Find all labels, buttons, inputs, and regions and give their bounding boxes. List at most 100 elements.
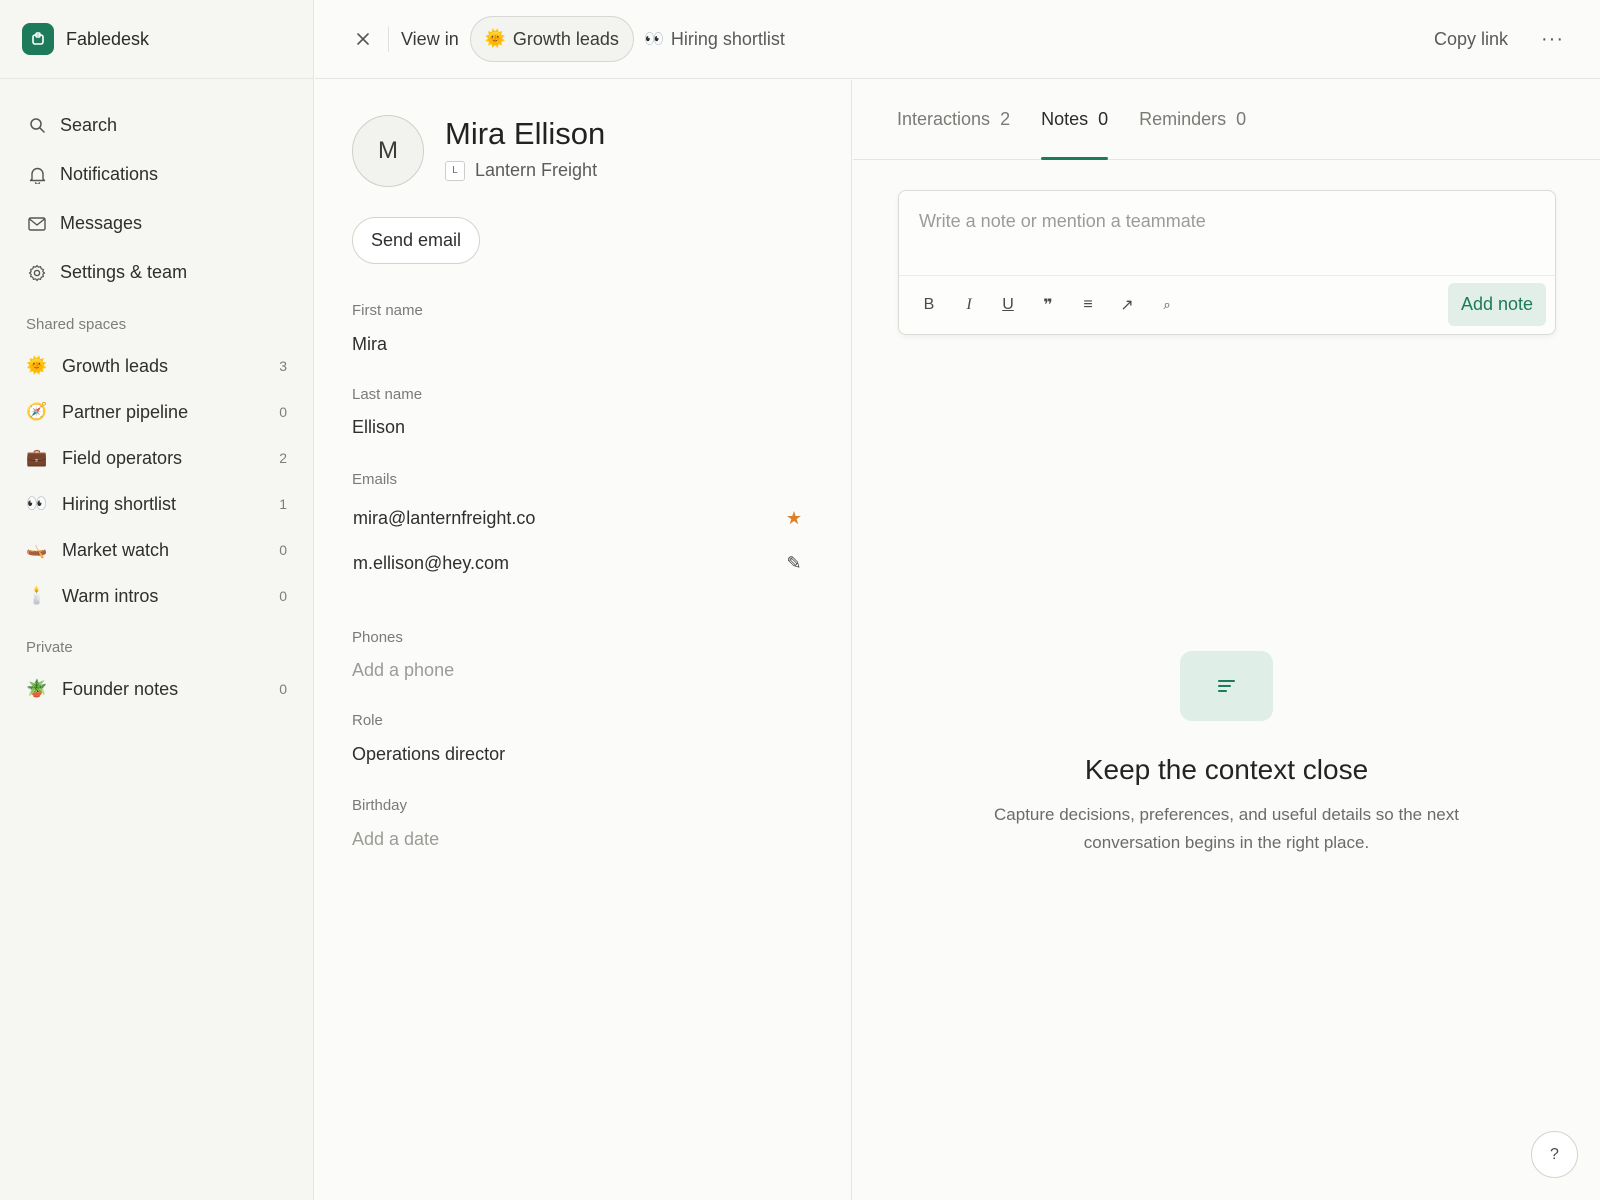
note-composer: B I U ❞ ≡ ↗ ⌕ Add note bbox=[898, 190, 1556, 335]
space-label: Hiring shortlist bbox=[62, 493, 177, 514]
email-value: m.ellison@hey.com bbox=[353, 553, 509, 573]
add-phone-field[interactable]: Add a phone bbox=[352, 660, 454, 681]
company-badge-icon: L bbox=[445, 160, 465, 181]
role-field[interactable]: Operations director bbox=[352, 744, 505, 765]
add-birthday-field[interactable]: Add a date bbox=[352, 829, 439, 850]
space-growth-leads[interactable]: 🌞 Growth leads 3 bbox=[0, 343, 313, 389]
italic-icon[interactable]: I bbox=[955, 291, 983, 319]
space-label: Market watch bbox=[62, 539, 170, 560]
tab-reminders[interactable]: Reminders 0 bbox=[1139, 80, 1246, 159]
view-link-hiring-shortlist[interactable]: 👀 Hiring shortlist bbox=[644, 29, 785, 50]
nav-label: Search bbox=[60, 115, 118, 135]
activity-tabs: Interactions 2 Notes 0 Reminders 0 bbox=[853, 80, 1600, 160]
bell-icon bbox=[27, 165, 47, 185]
compass-icon: 🧭 bbox=[26, 402, 48, 421]
first-name-label: First name bbox=[352, 302, 423, 319]
emails-label: Emails bbox=[352, 471, 398, 488]
star-icon[interactable]: ★ bbox=[784, 508, 804, 529]
workspace-switcher[interactable]: Fabledesk bbox=[0, 0, 313, 79]
tab-label: Notes bbox=[1041, 109, 1089, 129]
space-field-operators[interactable]: 💼 Field operators 2 bbox=[0, 435, 313, 481]
close-button[interactable] bbox=[352, 28, 374, 50]
divider bbox=[388, 26, 389, 52]
space-hiring-shortlist[interactable]: 👀 Hiring shortlist 1 bbox=[0, 481, 313, 527]
search-icon bbox=[27, 116, 47, 136]
person-name: Mira Ellison bbox=[445, 116, 606, 151]
shared-spaces-heading: Shared spaces bbox=[26, 316, 127, 333]
space-count: 0 bbox=[279, 588, 287, 604]
shared-spaces-list: 🌞 Growth leads 3 🧭 Partner pipeline 0 💼 … bbox=[0, 343, 313, 619]
note-input[interactable] bbox=[919, 211, 1519, 232]
add-note-button[interactable]: Add note bbox=[1447, 283, 1546, 326]
space-market-watch[interactable]: 🛶 Market watch 0 bbox=[0, 527, 313, 573]
view-pill-label: Growth leads bbox=[512, 28, 619, 49]
bold-icon[interactable]: B bbox=[915, 291, 943, 319]
space-count: 0 bbox=[279, 404, 287, 420]
more-options-icon[interactable]: ··· bbox=[1541, 28, 1564, 51]
space-founder-notes[interactable]: 🪴 Founder notes 0 bbox=[0, 666, 313, 712]
quote-icon[interactable]: ❞ bbox=[1034, 291, 1062, 319]
nav-label: Messages bbox=[60, 213, 143, 233]
view-link-label: Hiring shortlist bbox=[670, 28, 785, 49]
phones-label: Phones bbox=[352, 629, 403, 646]
space-count: 0 bbox=[279, 681, 287, 697]
space-count: 3 bbox=[279, 358, 287, 374]
notes-lines-icon bbox=[1180, 651, 1273, 721]
space-label: Founder notes bbox=[62, 678, 179, 699]
view-in-label: View in bbox=[401, 28, 459, 49]
space-count: 1 bbox=[279, 496, 287, 512]
space-label: Growth leads bbox=[62, 355, 169, 376]
empty-state-body: Capture decisions, preferences, and usef… bbox=[994, 805, 1459, 852]
activity-panel: Interactions 2 Notes 0 Reminders 0 B I U… bbox=[853, 80, 1600, 1200]
view-pill-growth-leads[interactable]: 🌞 Growth leads bbox=[469, 16, 634, 62]
avatar[interactable]: M bbox=[352, 115, 424, 187]
divider bbox=[899, 275, 1555, 276]
eyes-icon: 👀 bbox=[643, 31, 664, 48]
underline-icon[interactable]: U bbox=[994, 291, 1022, 319]
last-name-field[interactable]: Ellison bbox=[352, 417, 405, 438]
copy-link-button[interactable]: Copy link bbox=[1434, 29, 1508, 50]
tab-count: 0 bbox=[1098, 109, 1109, 129]
pencil-icon[interactable]: ✎ bbox=[784, 553, 804, 574]
sidebar: Fabledesk Search Notifications Messages … bbox=[0, 0, 314, 1200]
company-link[interactable]: L Lantern Freight bbox=[445, 160, 597, 181]
email-row[interactable]: mira@lanternfreight.co ★ bbox=[353, 508, 804, 529]
send-email-button[interactable]: Send email bbox=[352, 217, 481, 264]
app-logo-icon bbox=[22, 23, 54, 55]
tab-interactions[interactable]: Interactions 2 bbox=[897, 80, 1010, 159]
space-count: 2 bbox=[279, 450, 287, 466]
potted-plant-icon: 🪴 bbox=[26, 679, 48, 698]
eyes-icon: 👀 bbox=[26, 494, 48, 513]
space-partner-pipeline[interactable]: 🧭 Partner pipeline 0 bbox=[0, 389, 313, 435]
link-icon[interactable]: ↗ bbox=[1113, 291, 1141, 319]
tab-count: 2 bbox=[1000, 109, 1011, 129]
nav-search[interactable]: Search bbox=[0, 101, 313, 150]
nav-messages[interactable]: Messages bbox=[0, 199, 313, 248]
nav-notifications[interactable]: Notifications bbox=[0, 150, 313, 199]
tab-notes[interactable]: Notes 0 bbox=[1041, 80, 1109, 160]
company-name: Lantern Freight bbox=[475, 160, 598, 180]
empty-state-title: Keep the context close bbox=[1084, 754, 1369, 785]
space-warm-intros[interactable]: 🕯️ Warm intros 0 bbox=[0, 573, 313, 619]
first-name-field[interactable]: Mira bbox=[352, 334, 387, 355]
role-label: Role bbox=[352, 712, 383, 729]
mention-icon[interactable]: ⌕ bbox=[1153, 291, 1181, 319]
space-label: Field operators bbox=[62, 447, 183, 468]
list-icon[interactable]: ≡ bbox=[1074, 291, 1102, 319]
briefcase-icon: 💼 bbox=[26, 448, 48, 467]
nav-label: Notifications bbox=[60, 164, 159, 184]
last-name-label: Last name bbox=[352, 386, 423, 403]
candle-icon: 🕯️ bbox=[26, 586, 48, 605]
record-topbar: View in 🌞 Growth leads 👀 Hiring shortlis… bbox=[315, 0, 1600, 79]
help-button[interactable]: ? bbox=[1531, 1131, 1578, 1178]
person-details: M Mira Ellison L Lantern Freight Send em… bbox=[315, 80, 852, 1200]
nav-settings-team[interactable]: Settings & team bbox=[0, 248, 313, 297]
nav-label: Settings & team bbox=[60, 262, 188, 282]
email-row[interactable]: m.ellison@hey.com ✎ bbox=[353, 553, 804, 574]
mail-icon bbox=[27, 214, 47, 234]
sun-icon: 🌞 bbox=[26, 356, 48, 375]
private-spaces-list: 🪴 Founder notes 0 bbox=[0, 666, 313, 712]
tab-label: Reminders bbox=[1139, 109, 1227, 129]
close-icon bbox=[357, 33, 369, 45]
tab-label: Interactions bbox=[897, 109, 991, 129]
